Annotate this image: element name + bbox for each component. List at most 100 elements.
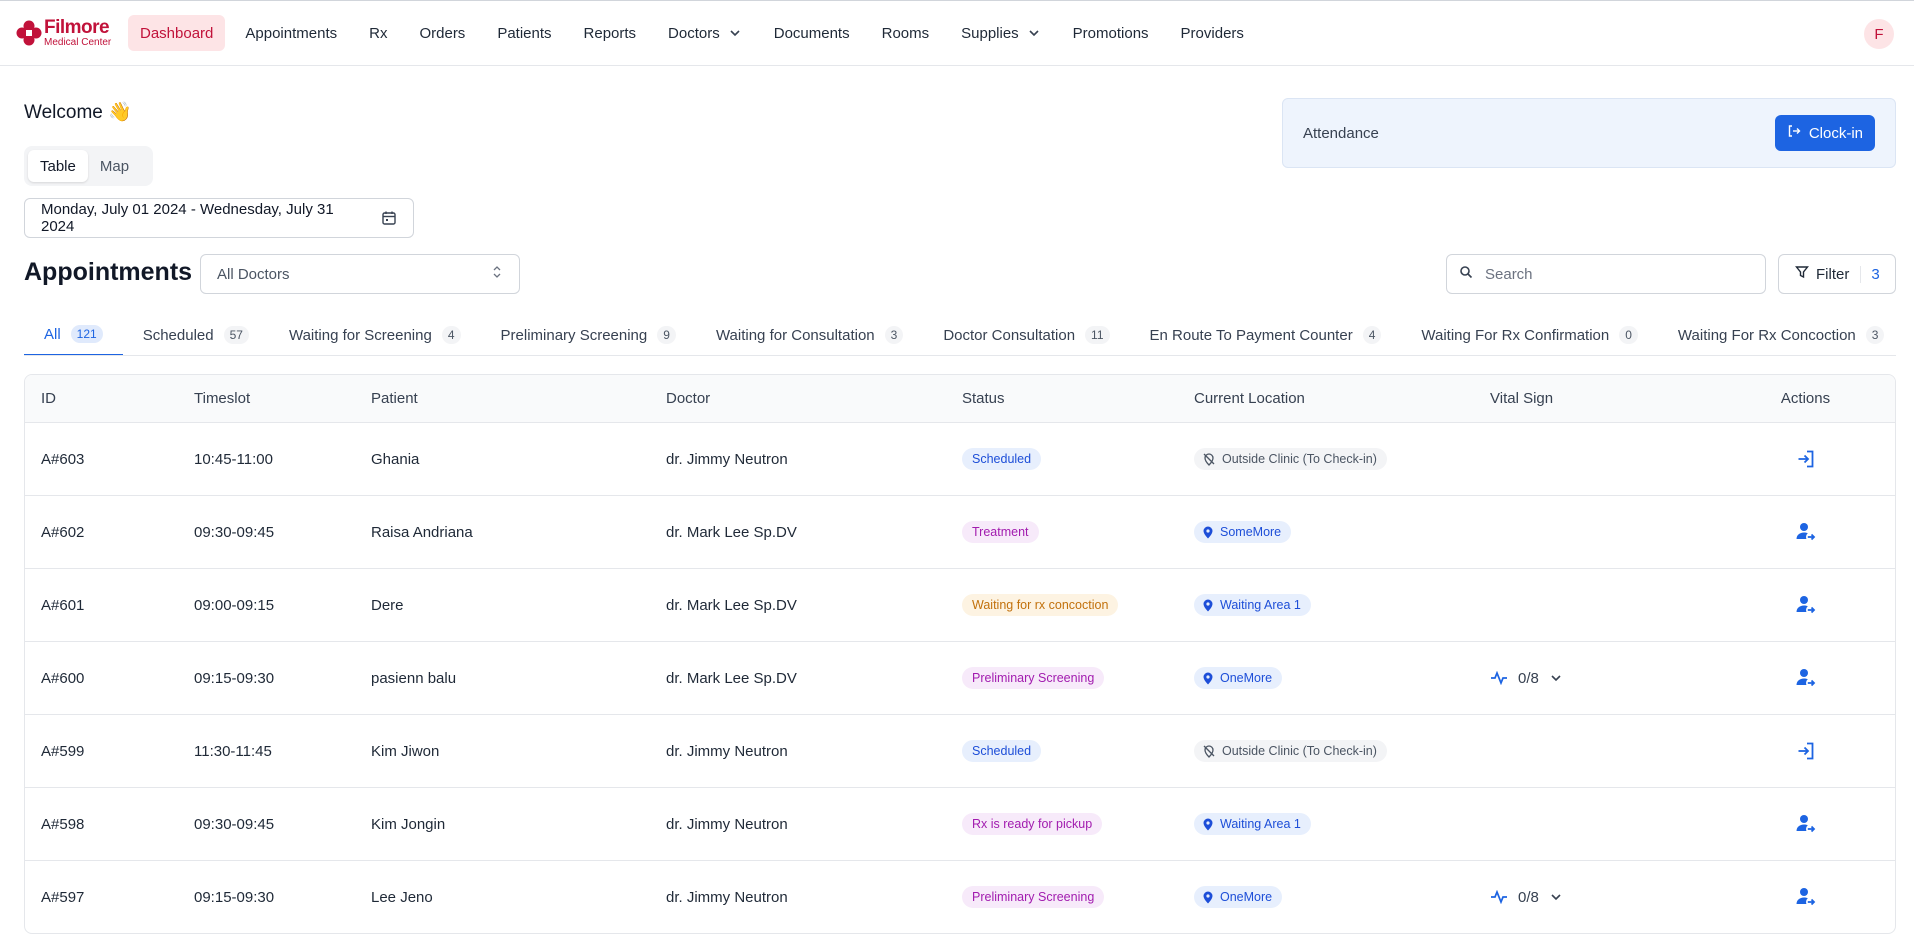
- status-badge: Treatment: [962, 521, 1039, 543]
- tab-count-badge: 57: [223, 326, 249, 344]
- nav-item-orders[interactable]: Orders: [407, 15, 477, 51]
- vital-sign-dropdown[interactable]: 0/8: [1490, 670, 1563, 687]
- table-row[interactable]: A#600 09:15-09:30 pasienn balu dr. Mark Lee…: [25, 642, 1895, 715]
- nav-item-label: Orders: [419, 24, 466, 42]
- cell-timeslot: 11:30-11:45: [194, 742, 272, 760]
- cell-timeslot: 10:45-11:00: [194, 450, 273, 468]
- nav-item-doctors[interactable]: Doctors: [656, 15, 754, 51]
- tab-en-route-to-payment-counter[interactable]: En Route To Payment Counter 4: [1130, 314, 1402, 355]
- column-header-id: ID: [41, 390, 56, 407]
- status-badge: Rx is ready for pickup: [962, 813, 1103, 835]
- view-toggle-table[interactable]: Table: [28, 150, 88, 182]
- table-row[interactable]: A#598 09:30-09:45 Kim Jongin dr. Jimmy Neut…: [25, 788, 1895, 861]
- tab-all[interactable]: All 121: [24, 314, 123, 355]
- location-label: Outside Clinic (To Check-in): [1222, 744, 1377, 758]
- status-badge: Preliminary Screening: [962, 667, 1105, 689]
- column-header-vital-sign: Vital Sign: [1490, 390, 1554, 407]
- move-patient-icon[interactable]: [1795, 886, 1817, 908]
- tab-label: Scheduled: [142, 326, 214, 344]
- move-patient-icon[interactable]: [1795, 521, 1817, 543]
- status-badge: Scheduled: [962, 740, 1042, 762]
- nav-item-label: Patients: [497, 24, 552, 42]
- filter-count: 3: [1860, 265, 1880, 283]
- search-box[interactable]: [1446, 254, 1766, 294]
- tab-count-badge: 11: [1085, 326, 1110, 344]
- tab-count-badge: 4: [441, 326, 461, 344]
- nav-item-providers[interactable]: Providers: [1169, 15, 1256, 51]
- nav-item-rooms[interactable]: Rooms: [870, 15, 942, 51]
- tab-scheduled[interactable]: Scheduled 57: [123, 314, 269, 355]
- vital-sign-dropdown[interactable]: 0/8: [1490, 889, 1563, 906]
- cross-logo-icon: [16, 20, 42, 46]
- doctor-select[interactable]: All Doctors: [200, 254, 520, 294]
- move-patient-icon[interactable]: [1795, 813, 1817, 835]
- logo[interactable]: Filmore Medical Center: [16, 18, 116, 48]
- nav-item-label: Doctors: [668, 24, 720, 42]
- check-in-icon[interactable]: [1796, 449, 1816, 469]
- table-row[interactable]: A#603 10:45-11:00 Ghania dr. Jimmy Neutron S…: [25, 423, 1895, 496]
- cell-actions: [1714, 594, 1895, 616]
- funnel-icon: [1795, 265, 1809, 283]
- nav-item-appointments[interactable]: Appointments: [233, 15, 349, 51]
- nav-item-label: Rooms: [881, 24, 930, 42]
- clock-in-label: Clock-in: [1808, 124, 1863, 142]
- tab-waiting-for-consultation[interactable]: Waiting for Consultation 3: [696, 314, 923, 355]
- cell-patient: pasienn balu: [371, 669, 457, 687]
- column-header-actions: Actions: [1780, 390, 1831, 407]
- pulse-icon: [1490, 890, 1508, 904]
- tab-waiting-for-rx-confirmation[interactable]: Waiting For Rx Confirmation 0: [1401, 314, 1658, 355]
- cell-patient: Ghania: [371, 450, 420, 468]
- table-row[interactable]: A#597 09:15-09:30 Lee Jeno dr. Jimmy Neutro…: [25, 861, 1895, 933]
- date-range-picker[interactable]: Monday, July 01 2024 - Wednesday, July 3…: [24, 198, 414, 238]
- cell-status: Rx is ready for pickup: [946, 813, 1178, 835]
- cell-location: SomeMore: [1178, 521, 1474, 543]
- table-row[interactable]: A#601 09:00-09:15 Dere dr. Mark Lee Sp.DV Wa…: [25, 569, 1895, 642]
- location-label: SomeMore: [1220, 525, 1282, 539]
- nav-item-reports[interactable]: Reports: [572, 15, 649, 51]
- nav-item-patients[interactable]: Patients: [485, 15, 563, 51]
- cell-timeslot: 09:30-09:45: [194, 815, 275, 833]
- cell-doctor: dr. Jimmy Neutron: [666, 450, 788, 468]
- move-patient-icon[interactable]: [1795, 594, 1817, 616]
- chevron-down-icon: [1549, 890, 1563, 904]
- cell-actions: [1714, 521, 1895, 543]
- table-row[interactable]: A#602 09:30-09:45 Raisa Andriana dr. Mark L…: [25, 496, 1895, 569]
- tab-label: Waiting For Rx Concoction: [1677, 326, 1856, 344]
- cell-actions: [1714, 449, 1895, 469]
- column-header-status: Status: [962, 390, 1005, 407]
- map-pin-icon: [1202, 890, 1214, 904]
- location-badge: OneMore: [1194, 667, 1283, 689]
- clock-in-button[interactable]: Clock-in: [1774, 115, 1875, 151]
- tab-preliminary-screening[interactable]: Preliminary Screening 9: [481, 314, 696, 355]
- search-input[interactable]: [1485, 265, 1745, 283]
- cell-actions: [1714, 813, 1895, 835]
- tab-waiting-for-screening[interactable]: Waiting for Screening 4: [269, 314, 481, 355]
- top-navbar: Filmore Medical Center Dashboard Appointm…: [0, 0, 1914, 66]
- filter-button[interactable]: Filter 3: [1778, 254, 1896, 294]
- tab-doctor-consultation[interactable]: Doctor Consultation 11: [923, 314, 1129, 355]
- move-patient-icon[interactable]: [1795, 667, 1817, 689]
- nav-item-label: Documents: [773, 24, 850, 42]
- cell-actions: [1714, 741, 1895, 761]
- cell-patient: Dere: [371, 596, 404, 614]
- location-off-icon: [1202, 744, 1216, 758]
- check-in-icon[interactable]: [1796, 741, 1816, 761]
- nav-item-supplies[interactable]: Supplies: [949, 15, 1053, 51]
- tab-count-badge: 3: [1865, 326, 1885, 344]
- nav-item-dashboard[interactable]: Dashboard: [128, 15, 226, 51]
- cell-doctor: dr. Mark Lee Sp.DV: [666, 669, 797, 687]
- nav-item-rx[interactable]: Rx: [357, 15, 399, 51]
- table-row[interactable]: A#599 11:30-11:45 Kim Jiwon dr. Jimmy Neutr…: [25, 715, 1895, 788]
- brand-name: Filmore: [44, 17, 110, 38]
- tab-waiting-for-rx-concoction[interactable]: Waiting For Rx Concoction 3: [1658, 314, 1896, 355]
- view-toggle-map[interactable]: Map: [88, 150, 141, 182]
- location-badge: Waiting Area 1: [1194, 813, 1311, 835]
- nav-item-promotions[interactable]: Promotions: [1061, 15, 1161, 51]
- cell-id: A#601: [41, 596, 85, 614]
- vital-sign-count: 0/8: [1518, 669, 1539, 687]
- user-avatar[interactable]: F: [1864, 19, 1894, 49]
- view-toggle: Table Map: [24, 146, 153, 186]
- cell-status: Waiting for rx concoction: [946, 594, 1178, 616]
- nav-item-documents[interactable]: Documents: [762, 15, 862, 51]
- attendance-label: Attendance: [1303, 124, 1379, 142]
